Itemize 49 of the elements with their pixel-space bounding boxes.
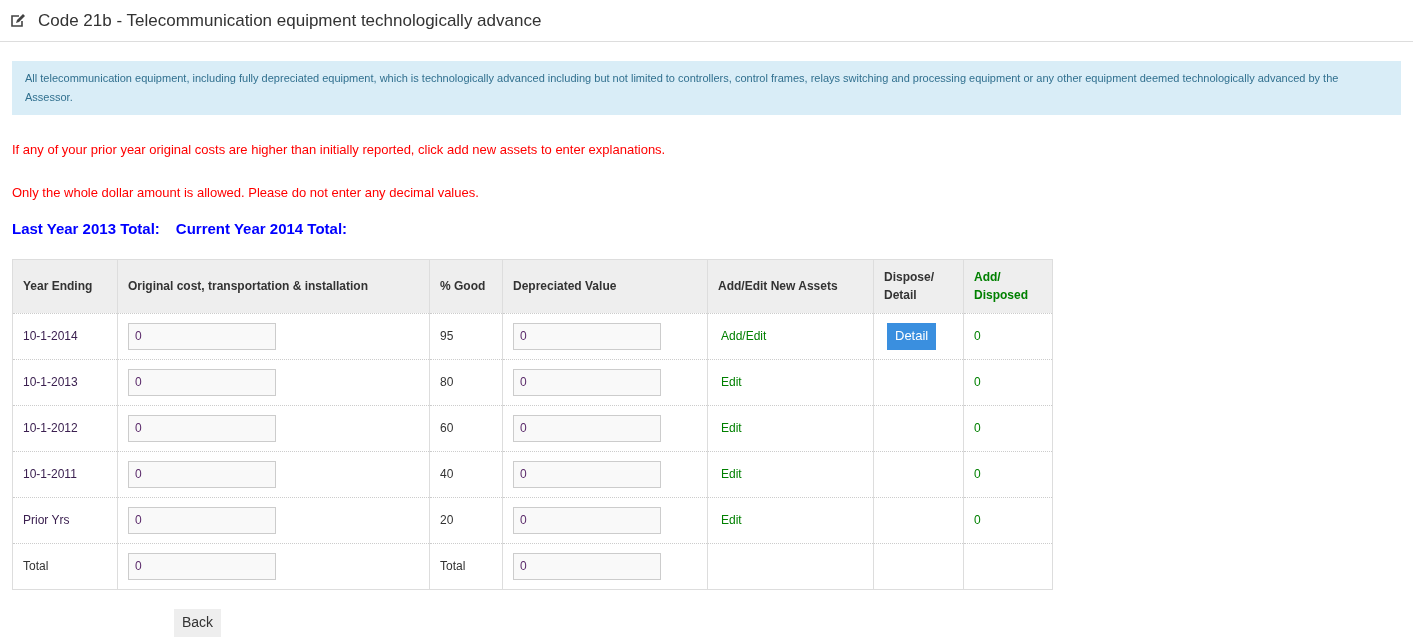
- column-header: Dispose/ Detail: [873, 259, 964, 313]
- column-header: Add/ Disposed: [963, 259, 1053, 313]
- edit-link[interactable]: Edit: [721, 467, 742, 481]
- warning-text: If any of your prior year original costs are higher than initially reported, click add new assets to enter explanations.: [12, 141, 667, 159]
- depreciated-value-field[interactable]: 0: [513, 368, 661, 396]
- edit-link[interactable]: Edit: [721, 421, 742, 435]
- percent-good-cell: 80: [440, 375, 454, 389]
- total-heading: Current Year 2014 Total:: [175, 219, 348, 239]
- column-header: % Good: [429, 259, 503, 313]
- year-cell: 10-1-2014: [23, 329, 78, 343]
- edit-link[interactable]: Add/Edit: [721, 329, 767, 343]
- percent-good-cell: 40: [440, 467, 454, 481]
- edit-link[interactable]: Edit: [721, 513, 742, 527]
- original-cost-field[interactable]: 0: [128, 414, 276, 442]
- year-cell: 10-1-2011: [23, 467, 77, 481]
- total-label: Total: [23, 559, 49, 573]
- count-cell: 0: [974, 329, 981, 343]
- edit-link[interactable]: Edit: [721, 375, 742, 389]
- column-header: Year Ending: [12, 259, 118, 313]
- edit-icon: [10, 13, 26, 28]
- original-cost-field[interactable]: 0: [128, 506, 276, 534]
- info-alert: All telecommunication equipment, including fully depreciated equipment, which is technologically advanced including but not limited to controllers, control frames, relays switching and processing equipment or any other equipment deemed technologically advanced by the Assessor.: [12, 61, 1401, 115]
- back-button[interactable]: Back: [174, 608, 222, 637]
- year-cell: 10-1-2013: [23, 375, 78, 389]
- year-cell: 10-1-2012: [23, 421, 78, 435]
- column-header: Original cost, transportation & installation: [117, 259, 430, 313]
- depreciated-value-field[interactable]: 0: [513, 552, 661, 580]
- depreciated-value-field[interactable]: 0: [513, 322, 661, 350]
- original-cost-field[interactable]: 0: [128, 460, 276, 488]
- total-heading: Last Year 2013 Total:: [12, 219, 160, 239]
- count-cell: 0: [974, 467, 981, 481]
- column-header: Add/Edit New Assets: [707, 259, 874, 313]
- percent-good-cell: 95: [440, 329, 454, 343]
- percent-good-cell: 20: [440, 513, 454, 527]
- original-cost-field[interactable]: 0: [128, 368, 276, 396]
- original-cost-field[interactable]: 0: [128, 322, 276, 350]
- count-cell: 0: [974, 375, 981, 389]
- year-cell: Prior Yrs: [23, 513, 70, 527]
- depreciated-value-field[interactable]: 0: [513, 506, 661, 534]
- count-cell: 0: [974, 513, 981, 527]
- depreciated-value-field[interactable]: 0: [513, 460, 661, 488]
- count-cell: 0: [974, 421, 981, 435]
- total-label: Total: [440, 559, 466, 573]
- warning-text: Only the whole dollar amount is allowed. Please do not enter any decimal values.: [12, 183, 480, 202]
- column-header: Depreciated Value: [502, 259, 708, 313]
- page-title: Code 21b - Telecommunication equipment technologically advance: [38, 9, 542, 32]
- percent-good-cell: 60: [440, 421, 454, 435]
- depreciated-value-field[interactable]: 0: [513, 414, 661, 442]
- original-cost-field[interactable]: 0: [128, 552, 276, 580]
